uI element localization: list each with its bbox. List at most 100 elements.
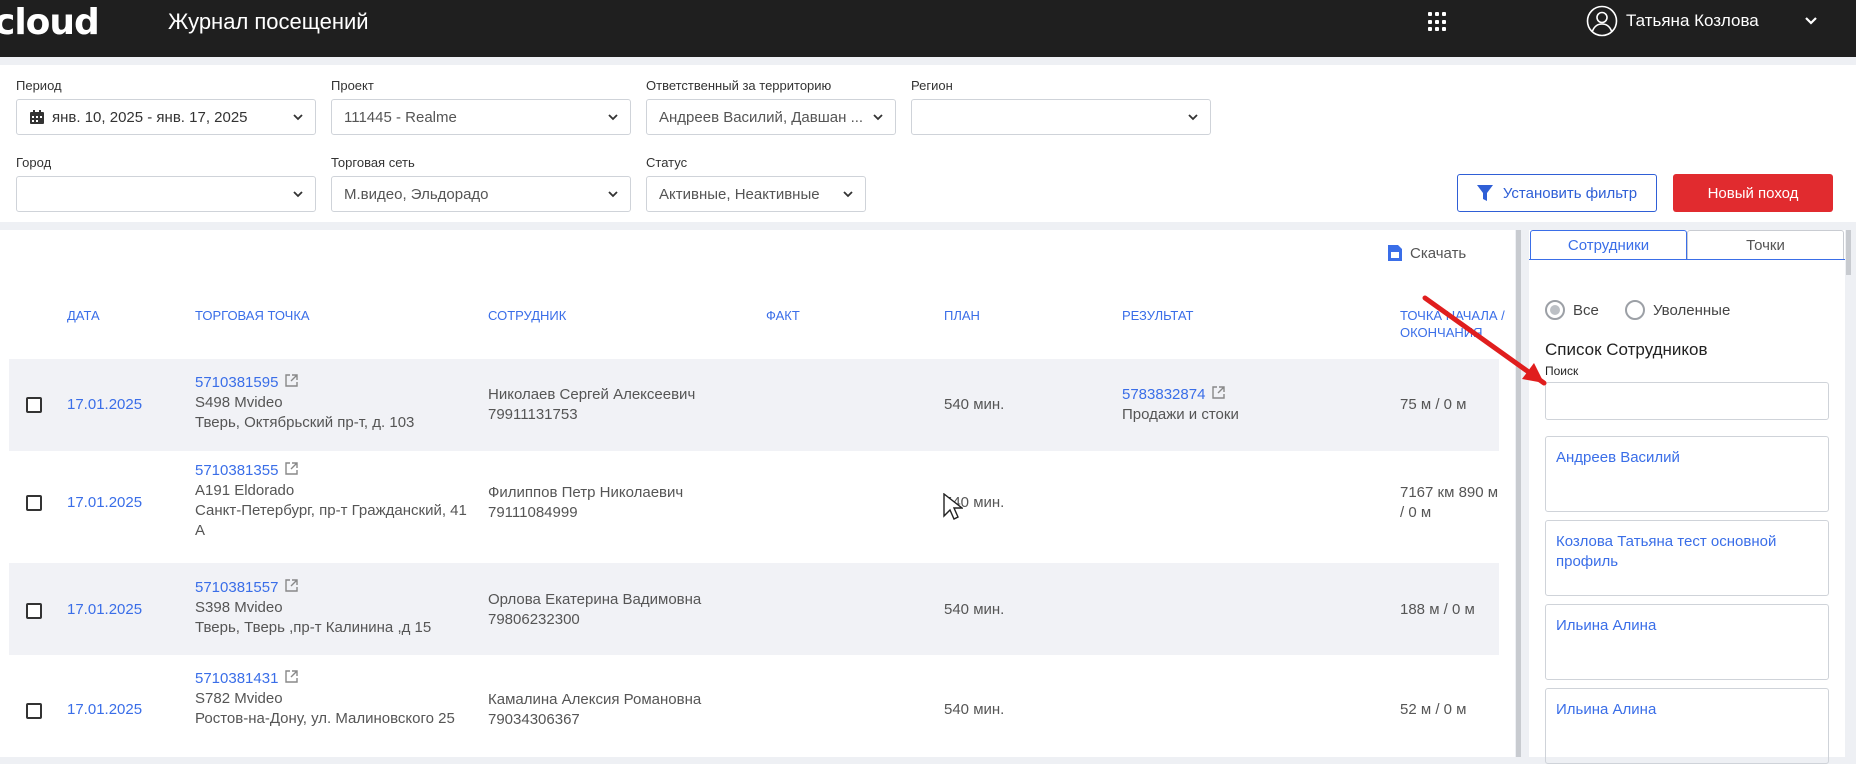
point-name: S782 Mvideo	[195, 690, 283, 707]
tab-points[interactable]: Точки	[1687, 230, 1844, 260]
apps-grid-icon[interactable]	[1428, 12, 1448, 32]
employee-name: Филиппов Петр Николаевич	[488, 484, 684, 501]
row-checkbox[interactable]	[26, 495, 42, 511]
result-text: Продажи и стоки	[1122, 406, 1239, 423]
period-select[interactable]: янв. 10, 2025 - янв. 17, 2025	[16, 99, 316, 135]
row-date[interactable]: 17.01.2025	[67, 395, 142, 415]
employee-name: Камалина Алексия Романовна	[488, 691, 702, 708]
region-label: Регион	[911, 78, 953, 93]
row-date[interactable]: 17.01.2025	[67, 700, 142, 720]
employee-card[interactable]: Ильина Алина	[1545, 688, 1829, 764]
user-menu[interactable]: Татьяна Козлова	[1586, 4, 1759, 38]
external-link-icon[interactable]	[284, 461, 299, 476]
status-label: Статус	[646, 155, 688, 170]
row-distance: 7167 км 890 м / 0 м	[1400, 484, 1499, 521]
header-date[interactable]: ДАТА	[67, 307, 100, 324]
table-row[interactable]: 17.01.2025 5710381557 S398 Mvideo Тверь,…	[9, 563, 1499, 655]
result-id-link[interactable]: 5783832874	[1122, 386, 1205, 403]
external-link-icon[interactable]	[1211, 385, 1226, 400]
point-id-link[interactable]: 5710381557	[195, 579, 278, 596]
chain-label: Торговая сеть	[331, 155, 415, 170]
row-employee: Филиппов Петр Николаевич 79111084999	[488, 483, 683, 523]
chevron-down-icon[interactable]	[1802, 12, 1820, 30]
table-row[interactable]: 17.01.2025 5710381355 A191 Eldorado Санк…	[9, 451, 1499, 555]
header-plan[interactable]: ПЛАН	[944, 307, 980, 324]
radio-fired-label: Уволенные	[1653, 302, 1731, 319]
point-name: S398 Mvideo	[195, 599, 283, 616]
point-name: A191 Eldorado	[195, 482, 295, 499]
external-link-icon[interactable]	[284, 373, 299, 388]
header-result[interactable]: РЕЗУЛЬТАТ	[1122, 307, 1193, 324]
point-id-link[interactable]: 5710381595	[195, 374, 278, 391]
point-id-link[interactable]: 5710381355	[195, 462, 278, 479]
chevron-down-icon	[873, 114, 883, 121]
external-link-icon[interactable]	[284, 669, 299, 684]
new-visit-button[interactable]: Новый поход	[1673, 174, 1833, 212]
header-point[interactable]: ТОРГОВАЯ ТОЧКА	[195, 307, 310, 324]
status-select[interactable]: Активные, Неактивные	[646, 176, 866, 212]
download-button[interactable]: Скачать	[1386, 244, 1466, 262]
row-plan: 540 мин.	[944, 396, 1005, 413]
user-avatar-icon	[1586, 5, 1618, 37]
calendar-icon	[30, 110, 44, 124]
point-id-link[interactable]: 5710381431	[195, 670, 278, 687]
city-label: Город	[16, 155, 52, 170]
row-point: 5710381431 S782 Mvideo Ростов-на-Дону, у…	[195, 669, 475, 729]
row-point: 5710381595 S498 Mvideo Тверь, Октябрьски…	[195, 373, 475, 433]
project-value: 111445 - Realme	[344, 108, 457, 126]
point-name: S498 Mvideo	[195, 394, 283, 411]
point-address: Ростов-на-Дону, ул. Малиновского 25	[195, 710, 455, 727]
chevron-down-icon	[608, 191, 618, 198]
chevron-down-icon	[1188, 114, 1198, 121]
apply-filter-button[interactable]: Установить фильтр	[1457, 174, 1657, 212]
point-address: Тверь, Тверь ,пр-т Калинина ,д 15	[195, 619, 432, 636]
external-link-icon[interactable]	[284, 578, 299, 593]
logo[interactable]: cloud	[0, 2, 100, 43]
chevron-down-icon	[293, 114, 303, 121]
responsible-select[interactable]: Андреев Василий, Давшан ...	[646, 99, 896, 135]
chevron-down-icon	[608, 114, 618, 121]
city-select[interactable]	[16, 176, 316, 212]
radio-all-label: Все	[1573, 302, 1599, 319]
row-date[interactable]: 17.01.2025	[67, 600, 142, 620]
page-title: Журнал посещений	[168, 9, 369, 34]
table-row[interactable]: 17.01.2025 5710381595 S498 Mvideo Тверь,…	[9, 359, 1499, 451]
table-row[interactable]: 17.01.2025 5710381431 S782 Mvideo Ростов…	[9, 655, 1499, 757]
tab-employees[interactable]: Сотрудники	[1530, 230, 1687, 260]
tab-divider	[1529, 259, 1845, 260]
row-point: 5710381355 A191 Eldorado Санкт-Петербург…	[195, 461, 475, 541]
responsible-label: Ответственный за территорию	[646, 78, 832, 93]
radio-fired[interactable]	[1625, 300, 1645, 320]
panel-scrollbar[interactable]	[1846, 230, 1851, 275]
row-checkbox[interactable]	[26, 397, 42, 413]
chain-select[interactable]: М.видео, Эльдорадо	[331, 176, 631, 212]
status-value: Активные, Неактивные	[659, 185, 820, 203]
row-checkbox[interactable]	[26, 603, 42, 619]
region-select[interactable]	[911, 99, 1211, 135]
employee-card[interactable]: Андреев Василий	[1545, 436, 1829, 512]
row-result: 5783832874 Продажи и стоки	[1122, 385, 1239, 425]
project-label: Проект	[331, 78, 374, 93]
row-point: 5710381557 S398 Mvideo Тверь, Тверь ,пр-…	[195, 578, 475, 638]
employee-phone: 79111084999	[488, 504, 578, 521]
row-plan: 540 мин.	[944, 601, 1005, 618]
employee-name: Орлова Екатерина Вадимовна	[488, 591, 702, 608]
project-select[interactable]: 111445 - Realme	[331, 99, 631, 135]
employee-phone: 79806232300	[488, 611, 580, 628]
annotation-arrow-icon	[1422, 295, 1547, 386]
row-checkbox[interactable]	[26, 703, 42, 719]
top-bar: cloud Журнал посещений Татьяна Козлова	[0, 0, 1856, 57]
header-fact[interactable]: ФАКТ	[766, 307, 800, 324]
search-input[interactable]	[1545, 382, 1829, 420]
employee-card[interactable]: Козлова Татьяна тест основной профиль	[1545, 520, 1829, 596]
file-download-icon	[1388, 245, 1402, 261]
employees-panel: Сотрудники Точки Все Уволенные Список Со…	[1529, 230, 1845, 764]
employee-card[interactable]: Ильина Алина	[1545, 604, 1829, 680]
row-employee: Николаев Сергей Алексеевич 79911131753	[488, 385, 695, 425]
point-address: Тверь, Октябрьский пр-т, д. 103	[195, 414, 415, 431]
chain-value: М.видео, Эльдорадо	[344, 185, 489, 203]
header-employee[interactable]: СОТРУДНИК	[488, 307, 566, 324]
row-date[interactable]: 17.01.2025	[67, 493, 142, 513]
user-name: Татьяна Козлова	[1626, 11, 1759, 30]
period-label: Период	[16, 78, 62, 93]
